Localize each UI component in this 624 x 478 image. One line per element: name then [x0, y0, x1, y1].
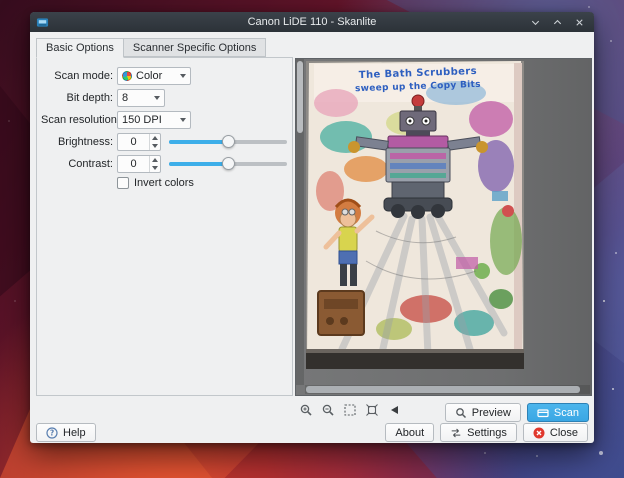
scan-mode-select[interactable]: Color: [117, 67, 191, 85]
tab-scanner-specific-options[interactable]: Scanner Specific Options: [123, 38, 267, 57]
spin-down-icon[interactable]: [152, 144, 158, 148]
preview-actions: Preview Scan: [445, 403, 589, 422]
spin-arrows[interactable]: [149, 156, 160, 172]
vertical-scrollbar-thumb[interactable]: [297, 61, 303, 133]
zoom-in-icon[interactable]: [298, 402, 314, 418]
preview-button[interactable]: Preview: [445, 403, 521, 422]
chevron-down-icon: [180, 118, 186, 122]
close-button[interactable]: Close: [523, 423, 588, 442]
wallpaper-stars: [0, 0, 2, 2]
zoom-fit-icon[interactable]: [364, 402, 380, 418]
scan-resolution-value: 150 DPI: [122, 114, 162, 126]
slider-handle[interactable]: [222, 157, 235, 170]
titlebar[interactable]: Canon LiDE 110 - Skanlite: [30, 12, 594, 32]
slider-handle[interactable]: [222, 135, 235, 148]
skanlite-window: Canon LiDE 110 - Skanlite Basic Options …: [30, 12, 594, 443]
app-icon: [36, 16, 49, 29]
preview-toolbar: [298, 402, 402, 418]
brightness-value: 0: [118, 134, 149, 150]
preview-vertical-scrollbar[interactable]: [296, 59, 304, 385]
help-button-label: Help: [63, 427, 86, 439]
spin-down-icon[interactable]: [152, 166, 158, 170]
contrast-spinbox[interactable]: 0: [117, 155, 161, 173]
spin-arrows[interactable]: [149, 134, 160, 150]
scan-button[interactable]: Scan: [527, 403, 589, 422]
horizontal-scrollbar-thumb[interactable]: [306, 386, 580, 393]
chevron-down-icon: [180, 74, 186, 78]
maximize-button[interactable]: [552, 17, 563, 28]
about-button[interactable]: About: [385, 423, 434, 442]
slider-fill: [169, 140, 228, 144]
invert-colors-label: Invert colors: [134, 177, 194, 189]
about-button-label: About: [395, 427, 424, 439]
help-icon: ?: [46, 427, 58, 439]
contrast-value: 0: [118, 156, 149, 172]
minimize-button[interactable]: [530, 17, 541, 28]
brightness-slider[interactable]: [169, 133, 287, 151]
brightness-label: Brightness:: [41, 136, 113, 148]
scanned-image[interactable]: The Bath Scrubbers sweep up the Copy Bit…: [306, 61, 524, 369]
scan-mode-label: Scan mode:: [41, 70, 113, 82]
scan-mode-value: Color: [136, 70, 162, 82]
zoom-out-icon[interactable]: [320, 402, 336, 418]
brightness-spinbox[interactable]: 0: [117, 133, 161, 151]
tab-bar: Basic Options Scanner Specific Options: [36, 38, 265, 58]
preview-magnifier-icon: [455, 407, 467, 419]
close-icon: [533, 427, 545, 439]
basic-options-panel: Scan mode: Color Bit depth: 8 Scan resol…: [36, 57, 293, 396]
help-button[interactable]: ? Help: [36, 423, 96, 442]
zoom-selection-icon[interactable]: [342, 402, 358, 418]
bit-depth-label: Bit depth:: [41, 92, 113, 104]
color-mode-icon: [122, 71, 132, 81]
svg-text:?: ?: [50, 428, 54, 437]
scan-resolution-select[interactable]: 150 DPI: [117, 111, 191, 129]
bit-depth-value: 8: [122, 92, 128, 104]
close-window-button[interactable]: [574, 17, 585, 28]
preview-horizontal-scrollbar[interactable]: [305, 385, 590, 394]
scan-preview-canvas[interactable]: The Bath Scrubbers sweep up the Copy Bit…: [295, 58, 592, 396]
preview-button-label: Preview: [472, 407, 511, 419]
scanner-icon: [537, 407, 549, 419]
settings-icon: [450, 427, 462, 439]
spin-up-icon[interactable]: [152, 136, 158, 140]
scan-resolution-label: Scan resolution:: [41, 114, 113, 126]
bottom-bar: ? Help About Settings Close: [36, 423, 588, 442]
spin-up-icon[interactable]: [152, 158, 158, 162]
settings-button[interactable]: Settings: [440, 423, 517, 442]
settings-button-label: Settings: [467, 427, 507, 439]
close-button-label: Close: [550, 427, 578, 439]
chevron-down-icon: [154, 96, 160, 100]
invert-colors-checkbox[interactable]: Invert colors: [117, 177, 288, 189]
scan-button-label: Scan: [554, 407, 579, 419]
clear-selection-icon[interactable]: [386, 402, 402, 418]
window-title: Canon LiDE 110 - Skanlite: [30, 16, 594, 28]
slider-fill: [169, 162, 228, 166]
machine-drawing: [318, 291, 364, 335]
bit-depth-select[interactable]: 8: [117, 89, 165, 107]
tab-basic-options[interactable]: Basic Options: [36, 38, 124, 58]
checkbox-icon[interactable]: [117, 177, 129, 189]
contrast-label: Contrast:: [41, 158, 113, 170]
contrast-slider[interactable]: [169, 155, 287, 173]
